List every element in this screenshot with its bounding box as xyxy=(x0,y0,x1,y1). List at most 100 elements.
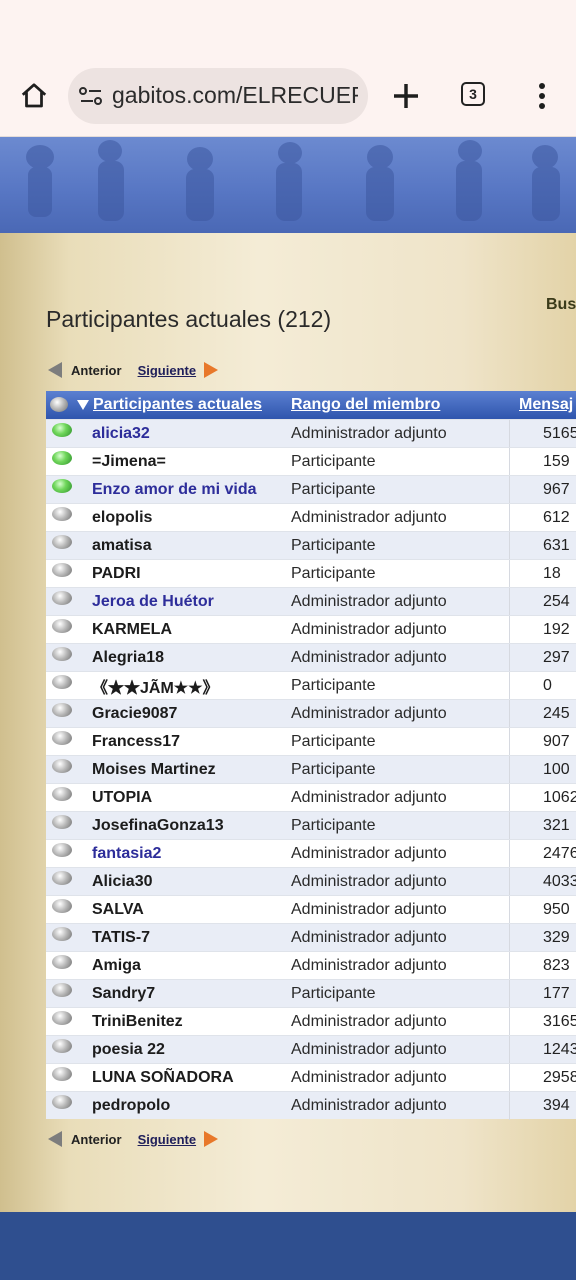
pager-prev[interactable]: Anterior xyxy=(71,363,122,378)
header-banner xyxy=(0,137,576,233)
tab-switcher-button[interactable]: 3 xyxy=(461,82,485,106)
member-messages: 823 xyxy=(509,951,576,980)
status-icon xyxy=(46,924,92,952)
pager-next[interactable]: Siguiente xyxy=(138,1132,197,1147)
offline-status-icon xyxy=(52,1066,72,1081)
offline-status-icon xyxy=(52,702,72,717)
member-messages: 394 xyxy=(509,1091,576,1120)
member-name[interactable]: PADRI xyxy=(92,565,141,583)
offline-status-icon xyxy=(52,1094,72,1109)
member-name[interactable]: TATIS-7 xyxy=(92,929,150,947)
member-rank: Administrador adjunto xyxy=(291,1068,447,1086)
member-messages: 18 xyxy=(509,559,576,588)
member-name[interactable]: TriniBenitez xyxy=(92,1013,183,1031)
member-rank: Administrador adjunto xyxy=(291,1040,447,1058)
status-icon xyxy=(46,504,92,532)
pager-prev[interactable]: Anterior xyxy=(71,1132,122,1147)
member-rank: Administrador adjunto xyxy=(291,592,447,610)
pager-next[interactable]: Siguiente xyxy=(138,363,197,378)
table-header: Participantes actuales Rango del miembro… xyxy=(46,391,576,419)
member-rank: Participante xyxy=(291,564,376,582)
table-row: =Jimena= Participante 159 xyxy=(46,447,576,476)
member-rank: Administrador adjunto xyxy=(291,424,447,442)
member-rank: Participante xyxy=(291,732,376,750)
arrow-right-icon xyxy=(204,362,219,378)
member-name[interactable]: poesia 22 xyxy=(92,1041,165,1059)
member-name[interactable]: =Jimena= xyxy=(92,453,166,471)
offline-status-icon xyxy=(52,562,72,577)
member-name[interactable]: Amiga xyxy=(92,957,141,975)
member-name[interactable]: alicia32 xyxy=(92,425,150,443)
member-name[interactable]: Jeroa de Huétor xyxy=(92,593,214,611)
header-messages[interactable]: Mensaj xyxy=(519,396,573,414)
site-settings-icon[interactable] xyxy=(78,84,104,108)
member-name[interactable]: UTOPIA xyxy=(92,789,152,807)
table-row: SALVA Administrador adjunto 950 xyxy=(46,895,576,924)
more-vert-icon[interactable] xyxy=(530,80,554,112)
offline-status-icon xyxy=(52,674,72,689)
offline-status-icon xyxy=(52,954,72,969)
status-bar xyxy=(0,0,576,56)
member-rank: Administrador adjunto xyxy=(291,620,447,638)
member-name[interactable]: Moises Martinez xyxy=(92,761,216,779)
member-name[interactable]: Gracie9087 xyxy=(92,705,177,723)
member-name[interactable]: Alicia30 xyxy=(92,873,152,891)
offline-status-icon xyxy=(52,870,72,885)
status-icon xyxy=(46,952,92,980)
status-icon xyxy=(46,588,92,616)
header-name[interactable]: Participantes actuales xyxy=(93,396,262,414)
member-name[interactable]: JosefinaGonza13 xyxy=(92,817,224,835)
offline-status-icon xyxy=(52,590,72,605)
browser-toolbar: gabitos.com/ELRECUERI 3 xyxy=(0,56,576,137)
member-name[interactable]: Alegria18 xyxy=(92,649,164,667)
status-icon xyxy=(46,560,92,588)
member-messages: 159 xyxy=(509,447,576,476)
sort-down-icon[interactable] xyxy=(76,399,90,411)
offline-status-icon xyxy=(52,534,72,549)
member-rank: Administrador adjunto xyxy=(291,508,447,526)
member-name[interactable]: fantasia2 xyxy=(92,845,161,863)
address-bar[interactable]: gabitos.com/ELRECUERI xyxy=(68,68,368,124)
member-name[interactable]: KARMELA xyxy=(92,621,172,639)
member-rank: Administrador adjunto xyxy=(291,704,447,722)
member-messages: 2958 xyxy=(509,1063,576,1092)
table-row: amatisa Participante 631 xyxy=(46,531,576,560)
member-name[interactable]: Sandry7 xyxy=(92,985,155,1003)
search-label[interactable]: Bus xyxy=(546,296,576,314)
member-name[interactable]: elopolis xyxy=(92,509,152,527)
table-row: Jeroa de Huétor Administrador adjunto 254 xyxy=(46,587,576,616)
status-icon xyxy=(46,1092,92,1120)
table-row: Amiga Administrador adjunto 823 xyxy=(46,951,576,980)
member-name[interactable]: amatisa xyxy=(92,537,152,555)
member-messages: 950 xyxy=(509,895,576,924)
offline-status-icon xyxy=(52,646,72,661)
status-icon xyxy=(46,896,92,924)
member-name[interactable]: SALVA xyxy=(92,901,144,919)
member-rank: Participante xyxy=(291,536,376,554)
plus-icon[interactable] xyxy=(390,80,422,112)
status-icon xyxy=(46,616,92,644)
member-messages: 192 xyxy=(509,615,576,644)
table-row: TATIS-7 Administrador adjunto 329 xyxy=(46,923,576,952)
status-icon xyxy=(46,1036,92,1064)
member-name[interactable]: pedropolo xyxy=(92,1097,170,1115)
member-name[interactable]: Francess17 xyxy=(92,733,180,751)
member-name[interactable]: 《★★JÃM★★》 xyxy=(92,674,218,698)
home-button[interactable] xyxy=(14,78,54,114)
member-name[interactable]: LUNA SOÑADORA xyxy=(92,1069,234,1087)
header-rank[interactable]: Rango del miembro xyxy=(291,396,440,414)
member-name[interactable]: Enzo amor de mi vida xyxy=(92,481,256,499)
offline-status-icon xyxy=(52,1038,72,1053)
arrow-left-icon xyxy=(48,362,62,378)
status-header-icon xyxy=(46,391,74,419)
member-rank: Administrador adjunto xyxy=(291,648,447,666)
table-row: elopolis Administrador adjunto 612 xyxy=(46,503,576,532)
table-row: pedropolo Administrador adjunto 394 xyxy=(46,1091,576,1120)
member-messages: 1243 xyxy=(509,1035,576,1064)
offline-status-icon xyxy=(52,786,72,801)
status-icon xyxy=(46,980,92,1008)
table-row: LUNA SOÑADORA Administrador adjunto 2958 xyxy=(46,1063,576,1092)
offline-status-icon xyxy=(52,926,72,941)
member-rank: Administrador adjunto xyxy=(291,844,447,862)
member-messages: 297 xyxy=(509,643,576,672)
